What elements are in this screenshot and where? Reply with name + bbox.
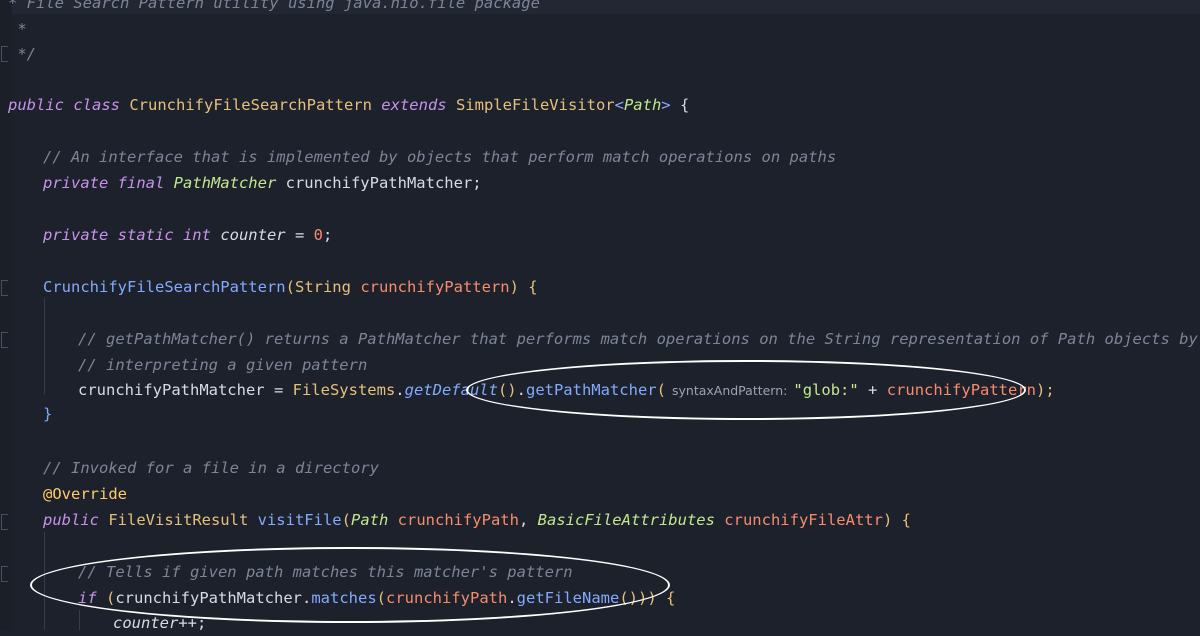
code-line-counter-field[interactable]: private static int counter = 0; bbox=[0, 222, 1200, 248]
method-name: matches bbox=[311, 589, 377, 607]
method-name: getPathMatcher bbox=[525, 381, 657, 399]
class-name: CrunchifyFileSearchPattern bbox=[129, 96, 372, 114]
parameter-name: crunchifyFileAttr bbox=[724, 511, 883, 529]
parameter-name: crunchifyPattern bbox=[360, 278, 510, 296]
paren: ( bbox=[376, 589, 386, 607]
code-line-if-matches[interactable]: if (crunchifyPathMatcher.matches(crunchi… bbox=[0, 585, 1200, 611]
operator: ++; bbox=[178, 614, 207, 632]
generic-bracket: < bbox=[614, 96, 624, 114]
code-line-comment-getmatcher-1[interactable]: // getPathMatcher() returns a PathMatche… bbox=[0, 326, 1200, 352]
comma: , bbox=[518, 511, 538, 529]
argument: crunchifyPath bbox=[386, 589, 508, 607]
field-name: crunchifyPathMatcher; bbox=[276, 174, 482, 192]
operator: = bbox=[285, 226, 314, 244]
dot: . bbox=[395, 381, 405, 399]
paren: ); bbox=[1036, 381, 1055, 399]
field-reference: crunchifyPathMatcher bbox=[115, 589, 302, 607]
code-line-class-decl[interactable]: public class CrunchifyFileSearchPattern … bbox=[0, 92, 1200, 118]
type-name: Path bbox=[350, 511, 398, 529]
annotation: @Override bbox=[43, 485, 127, 503]
semicolon: ; bbox=[322, 226, 333, 244]
code-line-comment-invoked[interactable]: // Invoked for a file in a directory bbox=[0, 455, 1200, 481]
constructor-name: CrunchifyFileSearchPattern bbox=[43, 278, 286, 296]
paren: ( bbox=[106, 589, 116, 607]
argument: crunchifyPattern bbox=[886, 381, 1037, 399]
paren: ( bbox=[341, 511, 351, 529]
type-name: PathMatcher bbox=[173, 174, 277, 192]
keyword: private static int bbox=[43, 226, 221, 244]
code-line-comment-getmatcher-2[interactable]: // interpreting a given pattern bbox=[0, 352, 1200, 378]
generic-type: Path bbox=[623, 96, 662, 114]
field-name: counter bbox=[220, 226, 286, 244]
code-line-override[interactable]: @Override bbox=[0, 481, 1200, 507]
type-name: String bbox=[294, 278, 361, 296]
type-name: FileVisitResult bbox=[108, 511, 258, 529]
paren: ) { bbox=[509, 278, 538, 296]
keyword: extends bbox=[371, 96, 456, 114]
code-line-comment-interface[interactable]: // An interface that is implemented by o… bbox=[0, 144, 1200, 170]
keyword: private final bbox=[43, 174, 174, 192]
method-name: getDefault bbox=[404, 381, 498, 399]
code-line-visitfile-decl[interactable]: public FileVisitResult visitFile(Path cr… bbox=[0, 507, 1200, 533]
paren: ())) { bbox=[619, 589, 676, 607]
method-name: visitFile bbox=[257, 511, 342, 529]
keyword: public class bbox=[8, 96, 130, 114]
comment: // Tells if given path matches this matc… bbox=[78, 563, 573, 581]
dot: . bbox=[516, 381, 526, 399]
comment: // An interface that is implemented by o… bbox=[43, 148, 837, 166]
comment: // Invoked for a file in a directory bbox=[43, 459, 379, 477]
comment: * File Search Pattern utility using java… bbox=[8, 0, 540, 12]
string-literal: "glob:" bbox=[793, 381, 859, 399]
comment: */ bbox=[8, 45, 36, 63]
type-name: BasicFileAttributes bbox=[537, 511, 725, 529]
code-line-star[interactable]: * bbox=[0, 16, 1200, 42]
paren: ( bbox=[285, 278, 295, 296]
paren: () bbox=[497, 381, 517, 399]
parameter-hint: syntaxAndPattern: bbox=[671, 383, 788, 398]
dot: . bbox=[507, 589, 517, 607]
generic-bracket: > bbox=[661, 96, 671, 114]
parameter-name: crunchifyPath bbox=[397, 511, 519, 529]
code-line-constructor[interactable]: CrunchifyFileSearchPattern(String crunch… bbox=[0, 274, 1200, 300]
keyword: if bbox=[78, 589, 106, 607]
paren: ( bbox=[656, 381, 666, 399]
comment: // getPathMatcher() returns a PathMatche… bbox=[78, 330, 1198, 348]
operator: + bbox=[858, 381, 887, 399]
code-line-header[interactable]: * File Search Pattern utility using java… bbox=[0, 0, 1200, 16]
code-line-assign-matcher[interactable]: crunchifyPathMatcher = FileSystems.getDe… bbox=[0, 377, 1200, 403]
keyword: public bbox=[43, 511, 109, 529]
code-line-comment-end[interactable]: */ bbox=[0, 41, 1200, 67]
class-name: FileSystems bbox=[292, 381, 396, 399]
method-name: getFileName bbox=[516, 589, 620, 607]
comment: // interpreting a given pattern bbox=[78, 356, 368, 374]
code-editor[interactable]: * File Search Pattern utility using java… bbox=[0, 0, 1200, 632]
field-reference: counter bbox=[113, 614, 179, 632]
code-line-comment-tells[interactable]: // Tells if given path matches this matc… bbox=[0, 559, 1200, 585]
dot: . bbox=[301, 589, 312, 607]
number-literal: 0 bbox=[313, 226, 323, 244]
brace: } bbox=[43, 405, 53, 423]
code-line-close-constructor[interactable]: } bbox=[0, 401, 1200, 427]
superclass-name: SimpleFileVisitor bbox=[455, 96, 615, 114]
paren: ) { bbox=[882, 511, 911, 529]
brace: { bbox=[670, 96, 690, 114]
code-line-matcher-field[interactable]: private final PathMatcher crunchifyPathM… bbox=[0, 170, 1200, 196]
comment: * bbox=[8, 20, 27, 38]
code-line-counter-inc[interactable]: counter++; bbox=[0, 610, 1200, 636]
assignment-target: crunchifyPathMatcher = bbox=[78, 381, 293, 399]
